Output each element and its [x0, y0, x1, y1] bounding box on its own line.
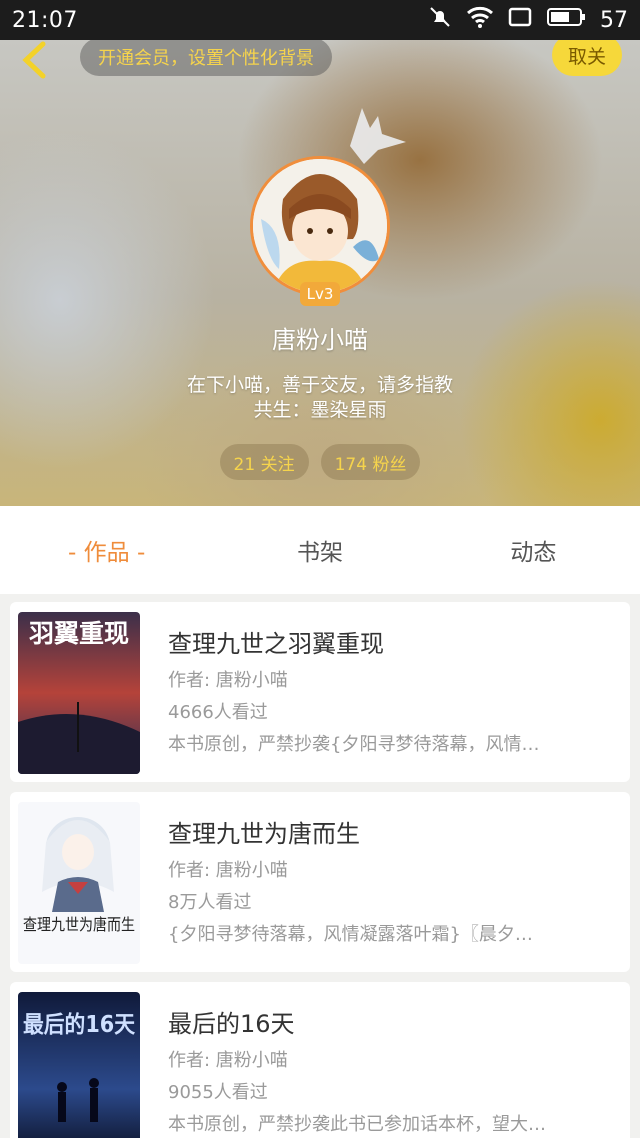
status-bar: 21:07 57 — [0, 0, 640, 40]
book-title: 最后的16天 — [168, 1010, 295, 1038]
book-views: 4666人看过 — [168, 702, 268, 723]
screen-icon — [508, 6, 532, 34]
book-description: 本书原创，严禁抄袭{夕阳寻梦待落幕，风情… — [168, 734, 540, 755]
book-author: 作者: 唐粉小喵 — [168, 1050, 288, 1071]
bio: 在下小喵，善于交友，请多指教 共生：墨染星雨 — [0, 373, 640, 423]
followers-count[interactable]: 174 粉丝 — [320, 444, 421, 480]
vip-background-prompt[interactable]: 开通会员，设置个性化背景 — [80, 40, 332, 76]
mute-icon — [428, 5, 452, 35]
stats-row: 21 关注 174 粉丝 — [0, 444, 640, 480]
profile-header: 开通会员，设置个性化背景 取关 Lv3 唐粉小喵 在下小喵，善于交友，请多指教 … — [0, 40, 640, 506]
tab-activity[interactable]: 动态 — [427, 533, 640, 567]
book-views: 9055人看过 — [168, 1082, 268, 1103]
battery-level: 57 — [600, 7, 628, 33]
list-item[interactable]: 查理九世为唐而生 查理九世为唐而生 作者: 唐粉小喵 8万人看过 {夕阳寻梦待落… — [10, 792, 630, 972]
book-title: 查理九世之羽翼重现 — [168, 630, 384, 658]
unfollow-button[interactable]: 取关 — [552, 40, 622, 76]
list-item[interactable]: 最后的16天 最后的16天 作者: 唐粉小喵 9055人看过 本书原创，严禁抄袭… — [10, 982, 630, 1138]
status-time: 21:07 — [12, 7, 78, 33]
book-description: {夕阳寻梦待落幕，风情凝露落叶霜}〖晨夕… — [168, 924, 533, 945]
bio-line: 在下小喵，善于交友，请多指教 — [186, 374, 453, 396]
symbiosis-line: 共生：墨染星雨 — [253, 399, 387, 421]
nickname: 唐粉小喵 — [272, 326, 368, 354]
avatar-illustration — [253, 159, 387, 293]
cover-title: 最后的16天 — [23, 1011, 136, 1038]
book-description: 本书原创，严禁抄袭此书已参加话本杯，望大… — [168, 1114, 546, 1135]
book-cover: 羽翼重现 — [18, 612, 140, 774]
book-author: 作者: 唐粉小喵 — [168, 860, 288, 881]
book-title: 查理九世为唐而生 — [168, 820, 360, 848]
cover-title: 查理九世为唐而生 — [23, 915, 135, 934]
back-button[interactable] — [14, 40, 54, 80]
following-count[interactable]: 21 关注 — [219, 444, 309, 480]
book-author: 作者: 唐粉小喵 — [168, 670, 288, 691]
tab-bookshelf[interactable]: 书架 — [213, 533, 426, 567]
avatar[interactable] — [250, 156, 390, 296]
list-item[interactable]: 羽翼重现 查理九世之羽翼重现 作者: 唐粉小喵 4666人看过 本书原创，严禁抄… — [10, 602, 630, 782]
tab-works[interactable]: - 作品 - — [0, 533, 213, 567]
cover-title: 羽翼重现 — [29, 619, 129, 648]
book-cover: 最后的16天 — [18, 992, 140, 1138]
wifi-icon — [466, 6, 494, 34]
book-cover: 查理九世为唐而生 — [18, 802, 140, 964]
chevron-left-icon — [22, 41, 46, 79]
bird-decoration-icon — [350, 108, 406, 164]
book-views: 8万人看过 — [168, 892, 252, 913]
profile-tabs: - 作品 - 书架 动态 — [0, 506, 640, 594]
battery-icon — [546, 6, 586, 34]
level-badge: Lv3 — [300, 282, 340, 306]
